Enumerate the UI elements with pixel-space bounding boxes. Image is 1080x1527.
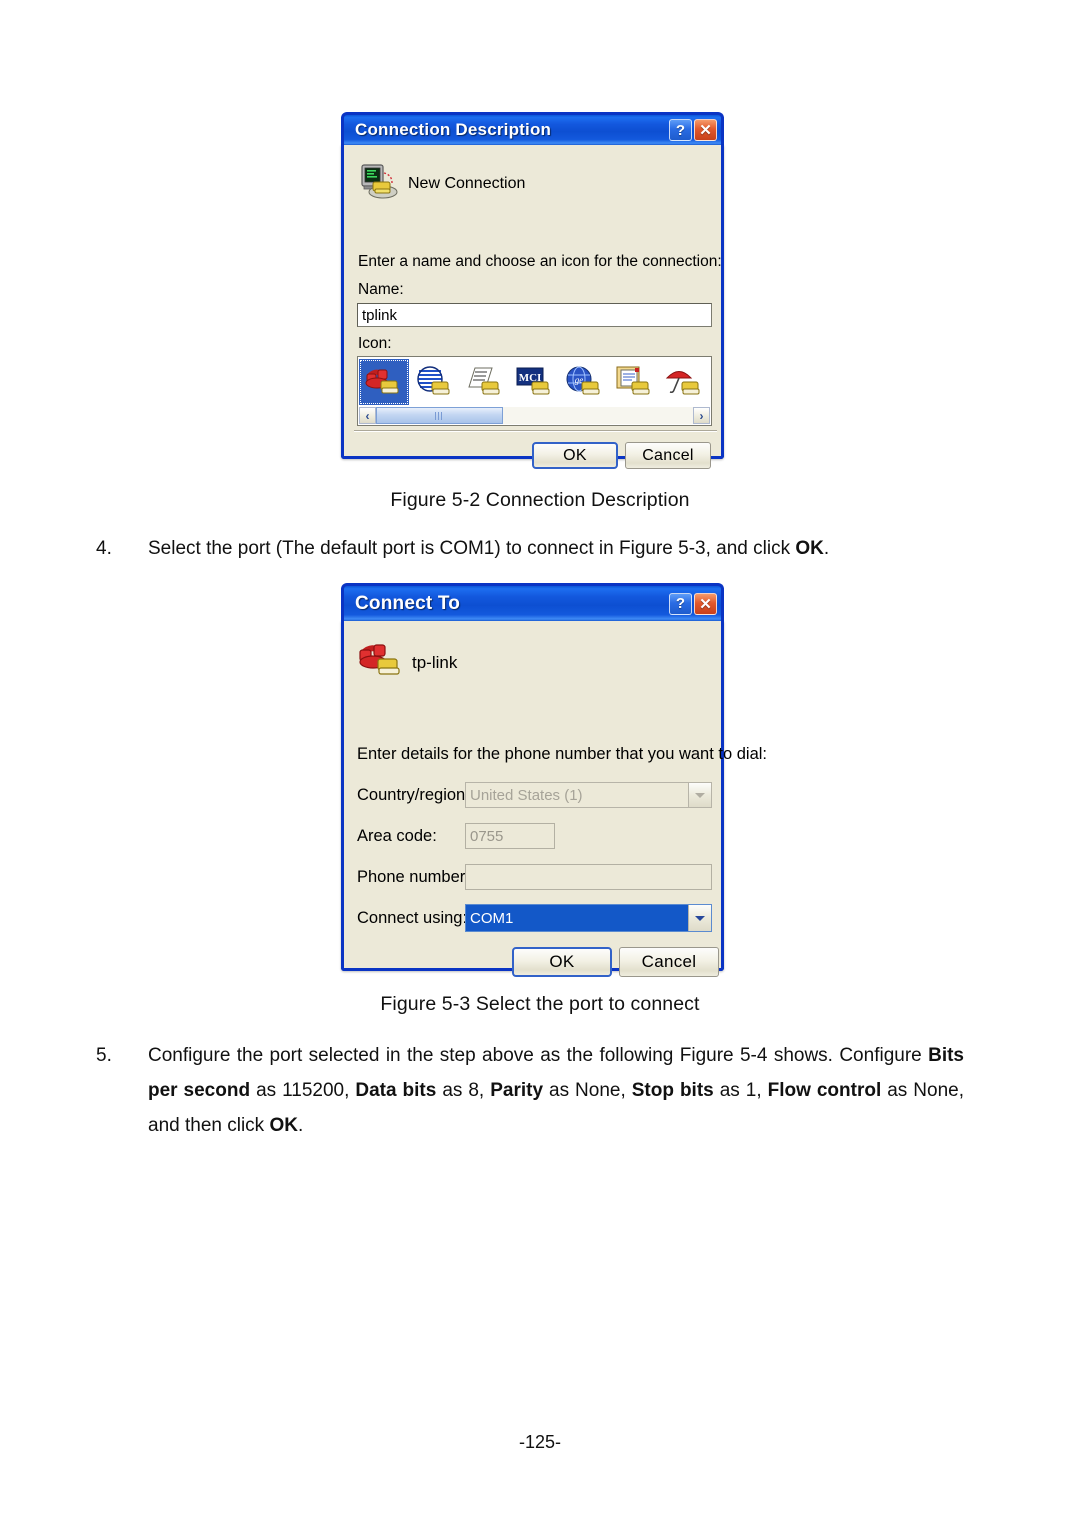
name-label: Name: bbox=[358, 281, 404, 298]
step-5-seg5: as 1, bbox=[713, 1080, 768, 1101]
red-telephone-icon bbox=[358, 639, 406, 681]
country-region-value: United States (1) bbox=[470, 786, 583, 804]
instruction-text: Enter a name and choose an icon for the … bbox=[358, 253, 722, 270]
dialog-connection-description: Connection Description ? ✕ New Connectio… bbox=[341, 112, 724, 469]
step-5-bold-data-bits: Data bits bbox=[355, 1080, 437, 1101]
icon-list-horizontal-scrollbar[interactable]: ‹ › bbox=[359, 407, 710, 424]
name-input-value: tplink bbox=[362, 306, 398, 324]
step-5-number: 5. bbox=[96, 1045, 112, 1066]
close-icon[interactable]: ✕ bbox=[694, 119, 717, 141]
area-code-input[interactable]: 0755 bbox=[465, 823, 555, 849]
dialog-title-connect-to: Connect To bbox=[355, 592, 461, 614]
step-5-bold-flow-control: Flow control bbox=[767, 1080, 882, 1101]
help-icon[interactable]: ? bbox=[669, 592, 692, 615]
caption-figure-5-2: Figure 5-2 Connection Description bbox=[390, 489, 690, 511]
step-5-seg3: as 8, bbox=[436, 1080, 491, 1101]
scrollbar-grip bbox=[434, 411, 444, 420]
country-region-label: Country/region: bbox=[357, 786, 470, 804]
ok-button[interactable]: OK bbox=[512, 947, 612, 977]
icon-list[interactable]: MCI ge ‹ › bbox=[357, 356, 712, 426]
country-region-combo[interactable]: United States (1) bbox=[465, 782, 712, 808]
chevron-down-icon[interactable] bbox=[688, 905, 711, 931]
connect-using-combo[interactable]: COM1 bbox=[465, 904, 712, 932]
page-number: -125- bbox=[518, 1432, 562, 1452]
step-5-bold-ok: OK bbox=[269, 1115, 298, 1136]
scrollbar-thumb[interactable] bbox=[376, 407, 503, 424]
dialog-connect-to: Connect To ? ✕ tp-link Enter details for… bbox=[341, 583, 767, 977]
scroll-right-icon[interactable]: › bbox=[693, 407, 710, 424]
chevron-down-icon[interactable] bbox=[688, 783, 711, 807]
scroll-left-icon[interactable]: ‹ bbox=[359, 407, 376, 424]
connect-using-value: COM1 bbox=[466, 905, 688, 931]
step-5-paragraph: 5. Configure the port selected in the st… bbox=[96, 1038, 964, 1143]
step-5-seg4: as None, bbox=[543, 1080, 632, 1101]
area-code-label: Area code: bbox=[357, 827, 437, 845]
titlebar-buttons-connect-to: ? ✕ bbox=[669, 592, 717, 615]
instruction-text-connect-to: Enter details for the phone number that … bbox=[357, 745, 768, 763]
step-4-text: Select the port (The default port is COM… bbox=[148, 531, 946, 566]
new-connection-icon bbox=[361, 163, 401, 199]
header-label: New Connection bbox=[408, 175, 526, 192]
phone-number-input[interactable] bbox=[465, 864, 712, 890]
cancel-button-label: Cancel bbox=[642, 446, 694, 464]
cancel-button-label: Cancel bbox=[641, 952, 697, 971]
icon-option-red-umbrella[interactable] bbox=[659, 359, 709, 405]
dialog-body-connect-to: tp-link Enter details for the phone numb… bbox=[341, 621, 767, 977]
cancel-button[interactable]: Cancel bbox=[625, 442, 711, 469]
step-4-text-after: . bbox=[823, 538, 830, 559]
step-4-text-before: Select the port (The default port is COM… bbox=[148, 538, 796, 559]
cancel-button[interactable]: Cancel bbox=[619, 947, 719, 977]
step-5-seg1: Configure the port selected in the step … bbox=[148, 1045, 929, 1066]
dialog-title: Connection Description bbox=[355, 120, 552, 139]
step-5-seg7: . bbox=[297, 1115, 304, 1136]
step-4-bold-ok: OK bbox=[795, 538, 824, 559]
ok-button-label: OK bbox=[549, 952, 575, 971]
icon-option-fax-paper[interactable] bbox=[459, 359, 509, 405]
titlebar-connect-to[interactable]: Connect To ? ✕ bbox=[341, 583, 724, 621]
icon-option-documents[interactable] bbox=[609, 359, 659, 405]
step-5-seg2: as 115200, bbox=[250, 1080, 356, 1101]
step-4-number: 4. bbox=[96, 538, 112, 559]
phone-number-label: Phone number: bbox=[357, 868, 470, 886]
separator-groove bbox=[354, 430, 717, 432]
step-5-bold-parity: Parity bbox=[490, 1080, 544, 1101]
caption-figure-5-3: Figure 5-3 Select the port to connect bbox=[380, 993, 700, 1015]
close-icon[interactable]: ✕ bbox=[694, 592, 717, 615]
connect-using-label: Connect using: bbox=[357, 909, 468, 927]
ok-button[interactable]: OK bbox=[532, 442, 618, 469]
icon-option-blue-globe[interactable] bbox=[409, 359, 459, 405]
dialog-body-connection-description: New Connection Enter a name and choose a… bbox=[341, 145, 724, 469]
scrollbar-track[interactable] bbox=[376, 407, 693, 424]
icon-label: Icon: bbox=[358, 335, 392, 352]
titlebar-buttons: ? ✕ bbox=[669, 119, 717, 141]
icon-option-mci-logo[interactable]: MCI bbox=[509, 359, 559, 405]
step-4-paragraph: 4. Select the port (The default port is … bbox=[96, 531, 946, 566]
icon-option-red-telephone[interactable] bbox=[359, 359, 409, 405]
step-5-bold-stop-bits: Stop bits bbox=[631, 1080, 714, 1101]
help-icon[interactable]: ? bbox=[669, 119, 692, 141]
icon-option-blue-ge-globe[interactable]: ge bbox=[559, 359, 609, 405]
area-code-value: 0755 bbox=[470, 827, 504, 845]
name-input[interactable]: tplink bbox=[357, 303, 712, 327]
icon-list-row: MCI ge bbox=[359, 358, 710, 406]
ok-button-label: OK bbox=[563, 446, 587, 464]
header-label-connect-to: tp-link bbox=[412, 653, 458, 672]
step-5-text: Configure the port selected in the step … bbox=[148, 1038, 964, 1143]
titlebar-connection-description[interactable]: Connection Description ? ✕ bbox=[341, 112, 724, 145]
